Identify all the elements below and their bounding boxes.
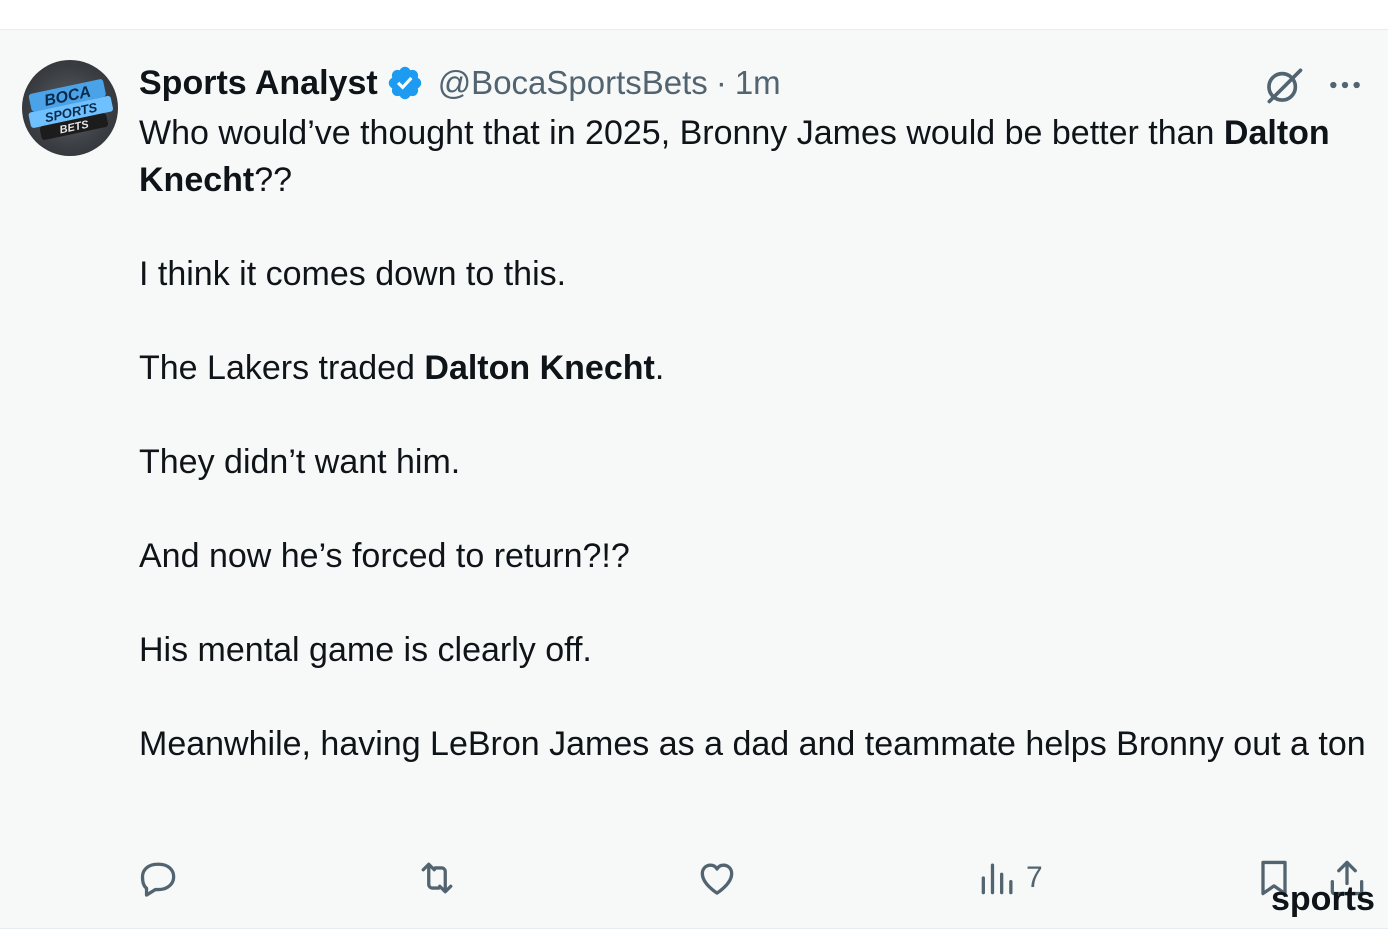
reply-button[interactable] bbox=[137, 850, 181, 906]
watermark: sports bbox=[1271, 880, 1375, 918]
tweet-paragraph: The Lakers traded Dalton Knecht. bbox=[139, 345, 1369, 392]
tweet-card[interactable]: BOCA SPORTS BETS Sports Analyst @BocaSpo… bbox=[0, 29, 1388, 929]
timestamp[interactable]: 1m bbox=[735, 64, 781, 102]
text-segment: Who would’ve thought that in 2025, Bronn… bbox=[139, 114, 1224, 152]
tweet-paragraph: His mental game is clearly off. bbox=[139, 631, 592, 669]
tweet-paragraph: They didn’t want him. bbox=[139, 443, 461, 481]
bold-name: Dalton Knecht bbox=[424, 349, 655, 387]
retweet-icon bbox=[421, 862, 453, 894]
text-segment: The Lakers traded bbox=[139, 349, 425, 387]
page-frame: BOCA SPORTS BETS Sports Analyst @BocaSpo… bbox=[0, 0, 1390, 934]
heart-icon bbox=[700, 863, 734, 895]
tweet-paragraph: Meanwhile, having LeBron James as a dad … bbox=[139, 725, 1366, 763]
tweet-paragraph: And now he’s forced to return?!? bbox=[139, 537, 630, 575]
text-segment: ?? bbox=[254, 161, 293, 199]
retweet-button[interactable] bbox=[415, 850, 459, 906]
grok-icon[interactable] bbox=[1262, 63, 1306, 107]
views-button[interactable]: 7 bbox=[976, 850, 1043, 906]
verified-badge-icon bbox=[388, 66, 421, 100]
reply-icon bbox=[140, 862, 176, 897]
display-name[interactable]: Sports Analyst bbox=[139, 64, 378, 103]
user-handle[interactable]: @BocaSportsBets bbox=[438, 64, 708, 102]
more-options-icon[interactable] bbox=[1325, 65, 1365, 105]
views-icon bbox=[981, 863, 1013, 895]
boca-sports-bets-logo: BOCA SPORTS BETS bbox=[28, 79, 114, 140]
action-bar: 7 bbox=[0, 850, 1388, 906]
tweet-text: Who would’ve thought that in 2025, Bronn… bbox=[139, 110, 1369, 768]
avatar[interactable]: BOCA SPORTS BETS bbox=[22, 60, 118, 156]
tweet-paragraph: Who would’ve thought that in 2025, Bronn… bbox=[139, 110, 1369, 204]
separator-dot: · bbox=[715, 64, 727, 101]
views-count: 7 bbox=[1026, 861, 1043, 894]
tweet-header: Sports Analyst @BocaSportsBets · 1m bbox=[139, 61, 781, 105]
text-segment: . bbox=[654, 349, 665, 387]
tweet-paragraph: I think it comes down to this. bbox=[139, 255, 567, 293]
like-button[interactable] bbox=[695, 850, 739, 906]
